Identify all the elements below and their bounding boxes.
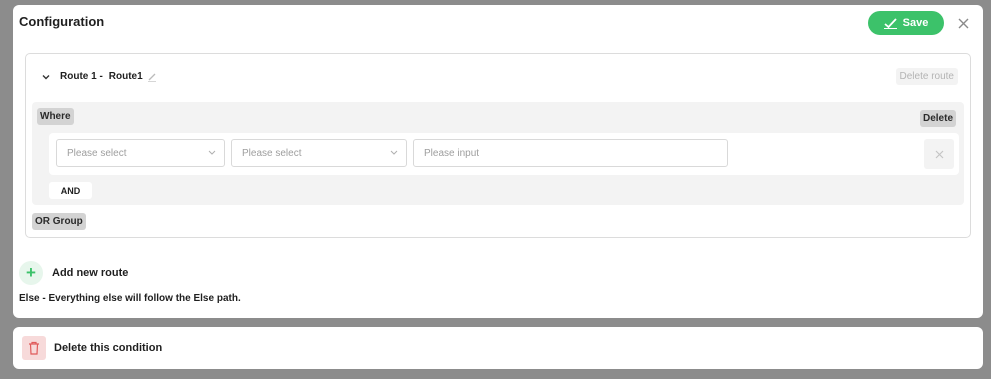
close-icon [935,150,943,158]
where-group: Where Delete Please select Please select [32,102,964,205]
where-label: Where [37,108,74,125]
configuration-panel: Configuration Save Route 1 - Route1 Dele… [13,5,983,318]
delete-condition-label[interactable]: Delete this condition [54,342,162,354]
check-icon [883,17,897,29]
delete-group-button[interactable]: Delete [919,110,956,127]
plus-icon: + [19,261,43,285]
delete-condition-panel: Delete this condition [13,327,983,369]
and-button[interactable]: AND [49,182,92,199]
route-title: Route 1 - [60,71,103,82]
close-button[interactable] [953,13,973,33]
value-input[interactable]: Please input [413,139,728,167]
operator-select[interactable]: Please select [231,139,407,167]
chevron-down-icon [390,150,398,155]
condition-row: Please select Please select Please input [49,133,959,175]
trash-icon [29,341,39,355]
route-header[interactable]: Route 1 - Route1 [42,71,157,82]
delete-route-button[interactable]: Delete route [895,68,958,85]
save-button[interactable]: Save [868,11,944,35]
panel-title: Configuration [19,14,105,29]
operator-select-placeholder: Please select [242,147,302,159]
field-select[interactable]: Please select [56,139,225,167]
save-label: Save [902,17,929,29]
chevron-down-icon [208,150,216,155]
field-select-placeholder: Please select [67,147,127,159]
add-route-label: Add new route [52,267,129,279]
else-text: Else - Everything else will follow the E… [19,293,241,304]
remove-condition-button[interactable] [924,139,954,169]
value-input-placeholder: Please input [424,147,480,159]
pencil-icon[interactable] [147,72,157,82]
trash-button[interactable] [22,336,46,360]
chevron-down-icon[interactable] [42,73,50,81]
or-group-button[interactable]: OR Group [32,213,86,230]
add-route-button[interactable]: + Add new route [19,261,128,285]
close-icon [958,18,968,28]
route-name: Route1 [108,71,143,82]
route-card: Route 1 - Route1 Delete route Where Dele… [25,53,971,238]
